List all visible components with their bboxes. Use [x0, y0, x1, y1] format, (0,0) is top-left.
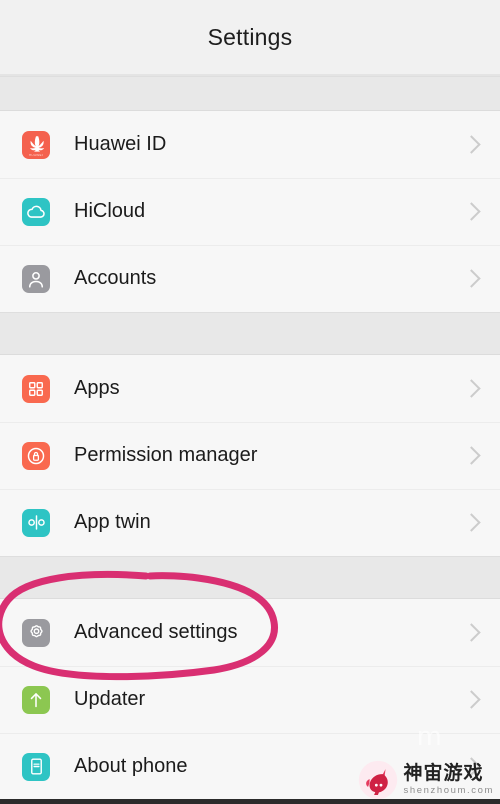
app-header: Settings [0, 0, 500, 74]
cloud-icon [22, 197, 50, 226]
list-item-label: Huawei ID [74, 133, 167, 155]
lock-in-circle-icon [22, 441, 50, 470]
list-item-label: Apps [74, 377, 120, 399]
list-item-advanced-settings[interactable]: Advanced settings [0, 599, 500, 666]
chevron-right-icon[interactable] [462, 379, 481, 398]
watermark-text: 神宙游戏 shenzhoum.com [403, 764, 494, 796]
chevron-right-icon[interactable] [462, 690, 481, 709]
group-separator-band-3 [0, 556, 500, 599]
settings-group-1: HUAWEI Huawei ID HiCloud Accounts [0, 111, 500, 312]
up-arrow-icon [22, 685, 50, 714]
page-title: Settings [207, 23, 293, 50]
list-item-permission-manager[interactable]: Permission manager [0, 422, 500, 489]
group-separator-band-1 [0, 76, 500, 111]
unicorn-head-logo [359, 760, 398, 800]
chevron-right-icon[interactable] [462, 513, 481, 532]
watermark-ghost-glyph: m [416, 722, 442, 752]
chevron-right-icon[interactable] [462, 446, 481, 465]
person-icon [22, 264, 50, 293]
huawei-logo-icon: HUAWEI [22, 130, 50, 159]
group-separator-band-2 [0, 312, 500, 355]
chevron-right-icon[interactable] [462, 623, 481, 642]
list-item-hicloud[interactable]: HiCloud [0, 178, 500, 245]
gear-icon [22, 618, 50, 647]
chevron-right-icon[interactable] [462, 135, 481, 154]
list-item-app-twin[interactable]: App twin [0, 489, 500, 556]
list-item-apps[interactable]: Apps [0, 355, 500, 422]
bottom-edge-bar [0, 799, 500, 804]
grid-squares-icon [22, 374, 50, 403]
app-twin-split-icon [22, 508, 50, 537]
list-item-label: Updater [74, 688, 146, 710]
chevron-right-icon[interactable] [462, 269, 481, 288]
huawei-wordmark: HUAWEI [28, 152, 44, 157]
watermark: 神宙游戏 shenzhoum.com [358, 760, 494, 800]
list-item-label: HiCloud [74, 200, 146, 222]
list-item-label: App twin [74, 511, 151, 533]
watermark-brand: 神宙游戏 [403, 762, 484, 785]
list-item-label: Permission manager [74, 444, 258, 466]
settings-group-2: Apps Permission manager App twin [0, 355, 500, 556]
list-item-accounts[interactable]: Accounts [0, 245, 500, 312]
watermark-url: shenzhoum.com [403, 785, 494, 797]
phone-device-icon [22, 752, 50, 781]
list-item-label: Accounts [74, 267, 157, 289]
chevron-right-icon[interactable] [462, 202, 481, 221]
list-item-label: Advanced settings [74, 621, 238, 643]
list-item-huawei-id[interactable]: HUAWEI Huawei ID [0, 111, 500, 178]
